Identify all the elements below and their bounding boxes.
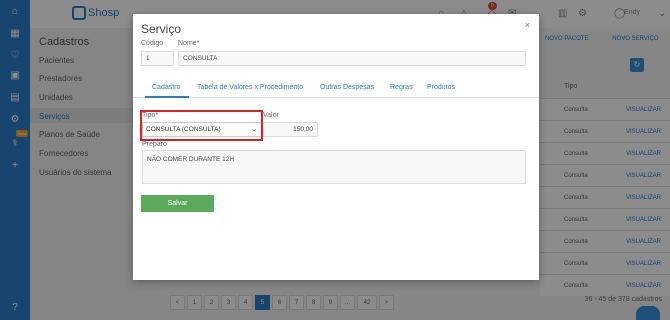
codigo-field[interactable]: 1 <box>141 51 174 66</box>
modal-tabs: Cadastro Tabela de Valores x Procediment… <box>133 78 539 98</box>
tab-cadastro[interactable]: Cadastro <box>152 84 180 91</box>
close-icon[interactable]: × <box>525 20 530 30</box>
tab-outras-despesas[interactable]: Outras Despesas <box>320 84 374 91</box>
preparo-textarea[interactable]: NÃO COMER DURANTE 12H <box>142 150 526 184</box>
codigo-label: Código <box>141 40 164 47</box>
nome-label: Nome* <box>178 40 200 47</box>
preparo-label: Preparo <box>142 141 167 148</box>
valor-field[interactable]: 150,00 <box>263 122 318 137</box>
tab-produtos[interactable]: Produtos <box>427 84 455 91</box>
tab-regras[interactable]: Regras <box>390 84 413 91</box>
nome-field[interactable]: CONSULTA <box>178 51 526 66</box>
tab-tabela-valores[interactable]: Tabela de Valores x Procedimento <box>197 84 303 91</box>
save-button[interactable]: Salvar <box>141 195 214 212</box>
valor-label: Valor <box>263 112 279 119</box>
active-tab-indicator <box>145 96 189 98</box>
modal-title: Serviço <box>141 22 182 36</box>
highlight-box <box>140 110 263 141</box>
service-modal: Serviço × Código 1 Nome* CONSULTA Cadast… <box>133 14 539 280</box>
